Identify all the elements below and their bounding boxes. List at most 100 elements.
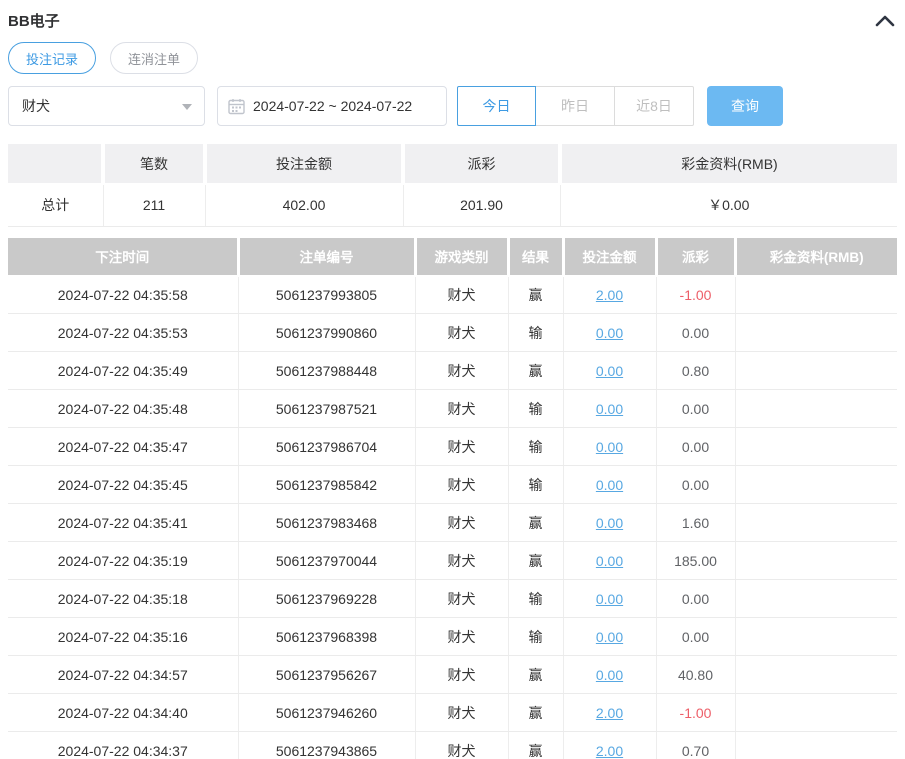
bet-amount-link[interactable]: 0.00 [596, 477, 623, 493]
table-row: 2024-07-22 04:35:18 5061237969228 财犬 输 0… [8, 579, 897, 618]
summary-total-bonus: ￥0.00 [559, 184, 897, 227]
col-header-bet-time: 下注时间 [8, 237, 238, 277]
bet-table: 下注时间 注单编号 游戏类别 结果 投注金额 派彩 彩金资料(RMB) 2024… [8, 237, 897, 759]
cell-bet-time: 2024-07-22 04:34:37 [8, 731, 238, 759]
cell-game-type: 财犬 [414, 655, 508, 694]
cell-bet-id: 5061237956267 [237, 655, 415, 694]
cell-payout: -1.00 [655, 693, 735, 732]
tab-cancelled-bets[interactable]: 连消注单 [110, 42, 199, 74]
cell-payout: 0.70 [655, 731, 735, 759]
cell-bet-id: 5061237943865 [237, 731, 415, 759]
col-header-payout: 派彩 [654, 237, 735, 277]
cell-bonus [734, 579, 897, 618]
cell-bet-id: 5061237990860 [237, 313, 415, 352]
page-title: BB电子 [8, 13, 60, 30]
cell-result: 赢 [507, 351, 563, 390]
table-row: 2024-07-22 04:35:19 5061237970044 财犬 赢 0… [8, 541, 897, 580]
bet-amount-link[interactable]: 0.00 [596, 553, 623, 569]
bet-amount-link[interactable]: 0.00 [596, 325, 623, 341]
table-row: 2024-07-22 04:34:57 5061237956267 财犬 赢 0… [8, 655, 897, 694]
filter-toolbar: 财犬 2024-07-22 ~ 2024-07-22 今日 昨日 近8日 查询 [8, 86, 897, 126]
cell-result: 赢 [507, 693, 563, 732]
summary-total-payout: 201.90 [402, 184, 560, 227]
bet-amount-link[interactable]: 2.00 [596, 287, 623, 303]
bet-amount-link[interactable]: 2.00 [596, 705, 623, 721]
cell-bonus [734, 617, 897, 656]
cell-payout: 0.00 [655, 465, 735, 504]
cell-bet-amount: 2.00 [562, 275, 656, 314]
col-header-result: 结果 [506, 237, 563, 277]
summary-header-bet-amount: 投注金额 [203, 144, 403, 185]
cell-bet-amount: 0.00 [562, 351, 656, 390]
summary-table: 笔数 投注金额 派彩 彩金资料(RMB) 总计 211 402.00 201.9… [8, 144, 897, 227]
col-header-bet-amount: 投注金额 [561, 237, 656, 277]
cell-game-type: 财犬 [414, 351, 508, 390]
summary-header-row: 笔数 投注金额 派彩 彩金资料(RMB) [8, 144, 897, 185]
table-row: 2024-07-22 04:34:37 5061237943865 财犬 赢 2… [8, 731, 897, 759]
cell-bet-time: 2024-07-22 04:35:41 [8, 503, 238, 542]
cell-game-type: 财犬 [414, 731, 508, 759]
cell-bet-time: 2024-07-22 04:35:45 [8, 465, 238, 504]
cell-bonus [734, 351, 897, 390]
bet-amount-link[interactable]: 0.00 [596, 439, 623, 455]
cell-bet-time: 2024-07-22 04:35:58 [8, 275, 238, 314]
cell-bonus [734, 389, 897, 428]
bet-amount-link[interactable]: 0.00 [596, 591, 623, 607]
search-button[interactable]: 查询 [707, 86, 783, 126]
cell-bet-amount: 0.00 [562, 389, 656, 428]
cell-bet-id: 5061237985842 [237, 465, 415, 504]
summary-header-count: 笔数 [101, 144, 205, 185]
cell-bet-amount: 2.00 [562, 693, 656, 732]
quick-filter-today[interactable]: 今日 [457, 86, 536, 126]
cell-payout: 0.80 [655, 351, 735, 390]
table-row: 2024-07-22 04:35:41 5061237983468 财犬 赢 0… [8, 503, 897, 542]
col-header-bet-id: 注单编号 [236, 237, 415, 277]
game-select[interactable]: 财犬 [8, 86, 205, 126]
cell-game-type: 财犬 [414, 427, 508, 466]
bet-amount-link[interactable]: 2.00 [596, 743, 623, 759]
bet-amount-link[interactable]: 0.00 [596, 515, 623, 531]
cell-bet-time: 2024-07-22 04:35:18 [8, 579, 238, 618]
summary-total-count: 211 [102, 184, 205, 227]
cell-bet-id: 5061237983468 [237, 503, 415, 542]
quick-filter-last-8-days[interactable]: 近8日 [615, 86, 694, 126]
tab-bet-records[interactable]: 投注记录 [8, 42, 97, 74]
panel-header: BB电子 [8, 0, 897, 36]
cell-bet-time: 2024-07-22 04:35:19 [8, 541, 238, 580]
calendar-icon [228, 98, 245, 115]
summary-header-bonus: 彩金资料(RMB) [558, 144, 897, 185]
cell-game-type: 财犬 [414, 389, 508, 428]
table-row: 2024-07-22 04:35:58 5061237993805 财犬 赢 2… [8, 275, 897, 314]
cell-bet-amount: 0.00 [562, 655, 656, 694]
cell-bet-amount: 0.00 [562, 313, 656, 352]
cell-bonus [734, 693, 897, 732]
summary-total-row: 总计 211 402.00 201.90 ￥0.00 [8, 184, 897, 227]
cell-bet-amount: 0.00 [562, 541, 656, 580]
quick-filter-yesterday[interactable]: 昨日 [536, 86, 615, 126]
cell-bet-time: 2024-07-22 04:35:16 [8, 617, 238, 656]
cell-game-type: 财犬 [414, 693, 508, 732]
cell-payout: 40.80 [655, 655, 735, 694]
collapse-chevron-up-icon[interactable] [875, 14, 897, 28]
cell-result: 输 [507, 465, 563, 504]
bet-amount-link[interactable]: 0.00 [596, 629, 623, 645]
date-range-picker[interactable]: 2024-07-22 ~ 2024-07-22 [217, 86, 447, 126]
cell-bet-time: 2024-07-22 04:35:53 [8, 313, 238, 352]
cell-bet-amount: 0.00 [562, 579, 656, 618]
bet-amount-link[interactable]: 0.00 [596, 363, 623, 379]
cell-bet-time: 2024-07-22 04:34:40 [8, 693, 238, 732]
bet-amount-link[interactable]: 0.00 [596, 667, 623, 683]
bet-amount-link[interactable]: 0.00 [596, 401, 623, 417]
cell-bet-time: 2024-07-22 04:34:57 [8, 655, 238, 694]
cell-result: 赢 [507, 503, 563, 542]
tab-bar: 投注记录 连消注单 [8, 42, 897, 74]
date-range-value: 2024-07-22 ~ 2024-07-22 [253, 98, 413, 114]
cell-result: 输 [507, 617, 563, 656]
cell-bet-id: 5061237993805 [237, 275, 415, 314]
cell-result: 赢 [507, 655, 563, 694]
bet-table-header-row: 下注时间 注单编号 游戏类别 结果 投注金额 派彩 彩金资料(RMB) [8, 237, 897, 277]
cell-bonus [734, 275, 897, 314]
cell-game-type: 财犬 [414, 313, 508, 352]
cell-bet-id: 5061237968398 [237, 617, 415, 656]
cell-bonus [734, 427, 897, 466]
